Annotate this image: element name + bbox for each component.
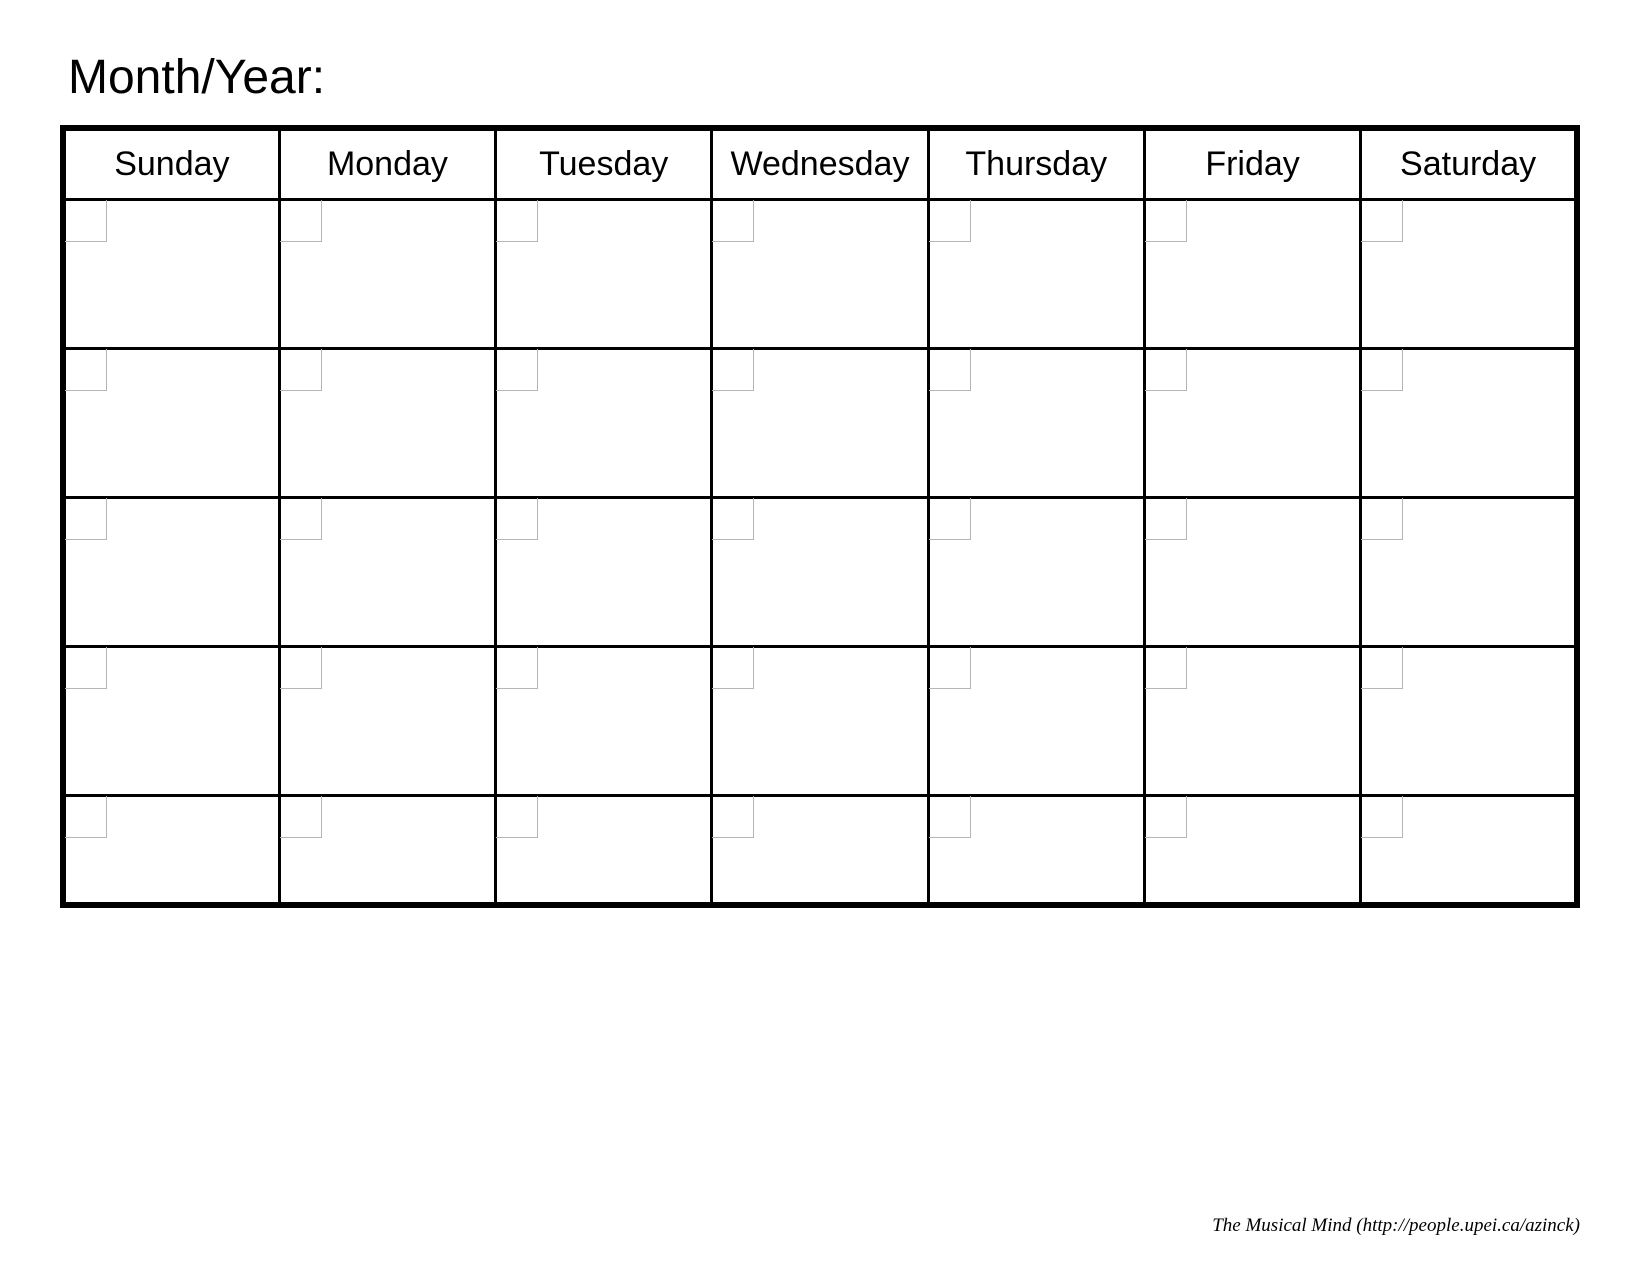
day-cell	[63, 498, 279, 647]
day-cell	[1144, 349, 1360, 498]
day-cell	[496, 796, 712, 906]
date-number-box	[929, 647, 971, 689]
day-cell	[712, 349, 928, 498]
day-cell	[279, 200, 495, 349]
day-cell	[1361, 200, 1577, 349]
date-number-box	[496, 796, 538, 838]
date-number-box	[65, 796, 107, 838]
date-number-box	[1145, 498, 1187, 540]
day-cell	[1361, 349, 1577, 498]
date-number-box	[712, 498, 754, 540]
day-cell	[1361, 647, 1577, 796]
day-cell	[712, 796, 928, 906]
week-row	[63, 349, 1577, 498]
date-number-box	[929, 200, 971, 242]
week-row	[63, 498, 1577, 647]
day-cell	[279, 647, 495, 796]
day-cell	[1144, 498, 1360, 647]
date-number-box	[280, 349, 322, 391]
day-cell	[279, 498, 495, 647]
weekday-header: Saturday	[1361, 128, 1577, 200]
date-number-box	[1361, 349, 1403, 391]
weekday-header-row: Sunday Monday Tuesday Wednesday Thursday…	[63, 128, 1577, 200]
day-cell	[712, 498, 928, 647]
day-cell	[1144, 796, 1360, 906]
week-row	[63, 647, 1577, 796]
day-cell	[712, 647, 928, 796]
week-row	[63, 200, 1577, 349]
day-cell	[1144, 647, 1360, 796]
date-number-box	[65, 349, 107, 391]
date-number-box	[1361, 647, 1403, 689]
date-number-box	[280, 796, 322, 838]
day-cell	[496, 647, 712, 796]
day-cell	[928, 647, 1144, 796]
week-row	[63, 796, 1577, 906]
day-cell	[279, 796, 495, 906]
day-cell	[279, 349, 495, 498]
day-cell	[928, 498, 1144, 647]
date-number-box	[929, 498, 971, 540]
day-cell	[63, 647, 279, 796]
date-number-box	[65, 498, 107, 540]
date-number-box	[929, 349, 971, 391]
date-number-box	[496, 200, 538, 242]
footer-credit: The Musical Mind (http://people.upei.ca/…	[1212, 1215, 1580, 1237]
date-number-box	[1361, 200, 1403, 242]
day-cell	[1361, 796, 1577, 906]
page-title: Month/Year:	[68, 50, 1580, 105]
weekday-header: Sunday	[63, 128, 279, 200]
day-cell	[928, 200, 1144, 349]
day-cell	[63, 796, 279, 906]
date-number-box	[280, 200, 322, 242]
weekday-header: Friday	[1144, 128, 1360, 200]
date-number-box	[1145, 200, 1187, 242]
day-cell	[1361, 498, 1577, 647]
date-number-box	[712, 647, 754, 689]
date-number-box	[1145, 647, 1187, 689]
calendar-grid: Sunday Monday Tuesday Wednesday Thursday…	[60, 125, 1580, 908]
date-number-box	[1145, 796, 1187, 838]
date-number-box	[1361, 498, 1403, 540]
date-number-box	[280, 647, 322, 689]
date-number-box	[280, 498, 322, 540]
day-cell	[496, 498, 712, 647]
date-number-box	[496, 498, 538, 540]
date-number-box	[65, 647, 107, 689]
weekday-header: Tuesday	[496, 128, 712, 200]
day-cell	[496, 349, 712, 498]
day-cell	[496, 200, 712, 349]
day-cell	[63, 200, 279, 349]
calendar-page: Month/Year: Sunday Monday Tuesday Wednes…	[0, 0, 1640, 1267]
date-number-box	[65, 200, 107, 242]
day-cell	[928, 796, 1144, 906]
date-number-box	[712, 200, 754, 242]
day-cell	[63, 349, 279, 498]
day-cell	[1144, 200, 1360, 349]
weekday-header: Thursday	[928, 128, 1144, 200]
date-number-box	[496, 647, 538, 689]
date-number-box	[712, 349, 754, 391]
weekday-header: Monday	[279, 128, 495, 200]
weekday-header: Wednesday	[712, 128, 928, 200]
calendar-body	[63, 200, 1577, 906]
date-number-box	[496, 349, 538, 391]
day-cell	[928, 349, 1144, 498]
date-number-box	[929, 796, 971, 838]
date-number-box	[1145, 349, 1187, 391]
date-number-box	[1361, 796, 1403, 838]
day-cell	[712, 200, 928, 349]
date-number-box	[712, 796, 754, 838]
